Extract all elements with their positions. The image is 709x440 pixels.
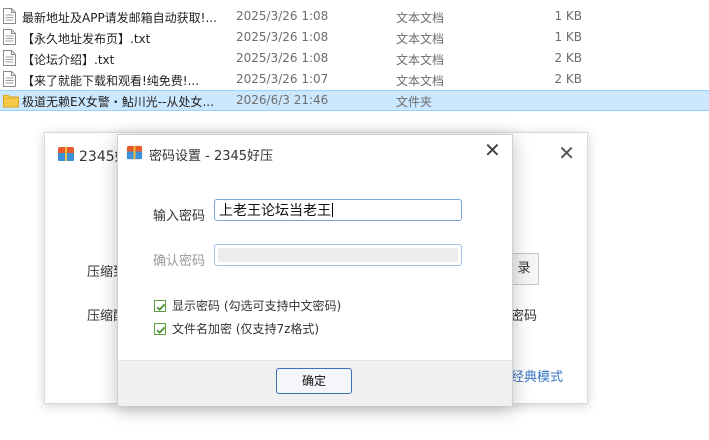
file-date: 2025/3/26 1:08 [236,51,329,65]
text-file-icon [3,71,16,87]
file-name: 【论坛介绍】.txt [22,53,115,67]
file-row[interactable]: 最新地址及APP请发邮箱自动获取!... 2025/3/26 1:08 文本文档… [0,6,709,27]
file-name: 极道无赖EX女警・鮎川光--从处女... [22,95,214,109]
file-date: 2025/3/26 1:07 [236,72,329,86]
file-type: 文件夹 [396,95,433,109]
file-row-selected[interactable]: 极道无赖EX女警・鮎川光--从处女... 2026/6/3 21:46 文件夹 [0,90,709,111]
ok-button[interactable]: 确定 [276,368,352,394]
dialog-title: 密码设置 - 2345好压 [149,148,274,164]
file-date: 2025/3/26 1:08 [236,9,329,23]
file-type: 文本文档 [396,74,445,88]
password-option-label[interactable]: 密码 [511,305,537,324]
file-name: 最新地址及APP请发邮箱自动获取!... [22,11,217,25]
file-date: 2025/3/26 1:08 [236,30,329,44]
confirm-password-label: 确认密码 [153,254,206,269]
confirm-input-disabled-fill [218,248,458,262]
dialog-footer: 确定 [118,360,512,406]
file-row[interactable]: 【论坛介绍】.txt 2025/3/26 1:08 文本文档 2 KB [0,48,709,69]
classic-mode-link[interactable]: 经典模式 [511,366,563,385]
file-row[interactable]: 【永久地址发布页】.txt 2025/3/26 1:08 文本文档 1 KB [0,27,709,48]
password-dialog: 密码设置 - 2345好压 ✕ 输入密码 上老王论坛当老王 确认密码 显示密码 … [117,134,513,406]
file-size: 2 KB [554,72,582,86]
dialog-title-bar: 密码设置 - 2345好压 [126,144,273,164]
confirm-password-input[interactable] [214,244,462,266]
password-label: 输入密码 [153,209,206,224]
file-list: 最新地址及APP请发邮箱自动获取!... 2025/3/26 1:08 文本文档… [0,6,709,111]
file-name: 【来了就能下载和观看!纯免费!... [22,74,200,88]
text-file-icon [3,50,16,66]
app-logo-icon [57,145,75,166]
checkbox-checked-icon[interactable] [154,322,166,335]
show-password-label: 显示密码 (勾选可支持中文密码) [172,299,342,313]
browse-button[interactable]: 录 [509,253,539,285]
file-size: 2 KB [554,51,582,65]
app-logo-icon [126,144,143,164]
password-input[interactable]: 上老王论坛当老王 [214,199,462,221]
close-icon[interactable]: ✕ [484,138,501,162]
folder-icon [3,93,19,109]
file-date: 2026/6/3 21:46 [236,93,329,107]
show-password-checkbox[interactable]: 显示密码 (勾选可支持中文密码) [154,297,341,314]
checkbox-checked-icon[interactable] [154,299,166,312]
file-type: 文本文档 [396,32,445,46]
encrypt-filenames-label: 文件名加密 (仅支持7z格式) [172,322,320,336]
file-name: 【永久地址发布页】.txt [22,32,151,46]
text-file-icon [3,8,16,24]
file-row[interactable]: 【来了就能下载和观看!纯免费!... 2025/3/26 1:07 文本文档 2… [0,69,709,90]
file-size: 1 KB [554,30,582,44]
text-file-icon [3,29,16,45]
file-type: 文本文档 [396,53,445,67]
encrypt-filenames-checkbox[interactable]: 文件名加密 (仅支持7z格式) [154,320,319,337]
password-input-value: 上老王论坛当老王 [219,203,331,219]
file-type: 文本文档 [396,11,445,25]
close-icon[interactable]: ✕ [558,141,575,165]
file-size: 1 KB [554,9,582,23]
text-caret [332,203,333,217]
